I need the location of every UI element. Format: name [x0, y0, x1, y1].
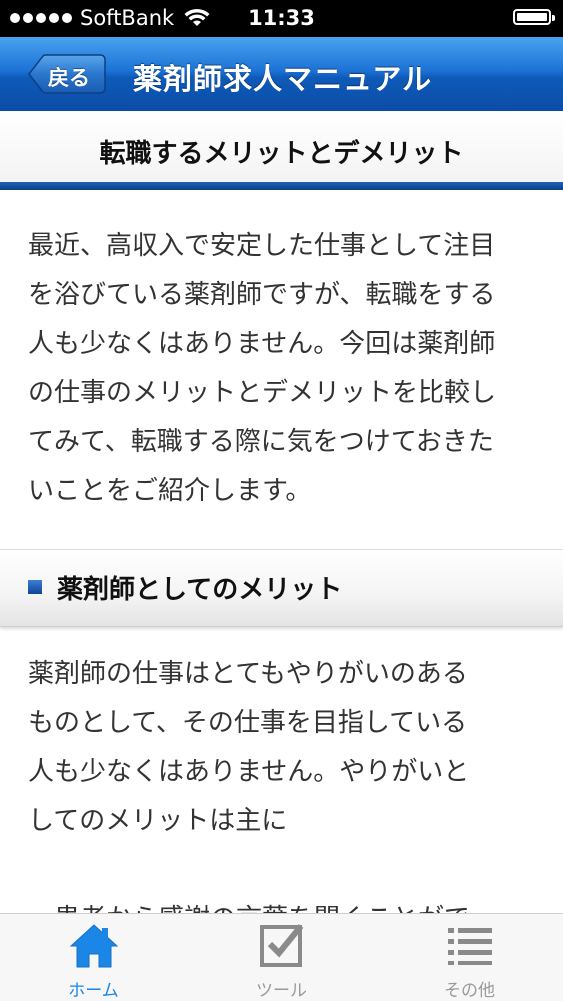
navigation-bar: 戻る 薬剤師求人マニュアル — [0, 37, 563, 112]
back-button[interactable]: 戻る — [28, 54, 106, 94]
merit-subheader-label: 薬剤師としてのメリット — [57, 575, 343, 605]
intro-paragraph: 最近、高収入で安定した仕事として注目 を浴びている薬剤師ですが、転職をする 人も… — [28, 222, 538, 516]
tab-bar: ホーム ツール その他 — [0, 913, 563, 1001]
section-title: 転職するメリットとデメリット — [99, 139, 464, 169]
square-bullet-icon — [28, 580, 42, 594]
intro-line: てみて、転職する際に気をつけておきた — [28, 427, 494, 457]
back-button-label: 戻る — [48, 66, 90, 90]
intro-line: を浴びている薬剤師ですが、転職をする — [28, 280, 496, 310]
merit-paragraph: 薬剤師の仕事はとてもやりがいのある ものとして、その仕事を目指している 人も少な… — [28, 650, 538, 846]
merit-line: ものとして、その仕事を目指している — [28, 708, 468, 738]
merit-line: してのメリットは主に — [28, 806, 288, 836]
home-icon — [69, 924, 118, 968]
tab-tools-label: ツール — [256, 981, 307, 1001]
section-header: 転職するメリットとデメリット — [0, 111, 563, 187]
intro-line: いことをご紹介します。 — [28, 476, 312, 506]
merit-line: 人も少なくはありません。やりがいと — [28, 757, 470, 787]
tab-home[interactable]: ホーム — [0, 914, 187, 1001]
list-icon — [447, 928, 492, 965]
tab-other-label: その他 — [444, 981, 495, 1001]
nav-title: 薬剤師求人マニュアル — [133, 62, 433, 96]
merit-subheader: 薬剤師としてのメリット — [0, 549, 563, 627]
intro-line: の仕事のメリットとデメリットを比較し — [28, 378, 497, 408]
intro-line: 最近、高収入で安定した仕事として注目 — [28, 231, 496, 261]
merit-line: 薬剤師の仕事はとてもやりがいのある — [28, 659, 468, 689]
battery-icon — [513, 9, 555, 25]
intro-line: 人も少なくはありません。今回は薬剤師 — [28, 329, 496, 359]
status-bar: SoftBank 11:33 — [0, 0, 563, 37]
tab-other[interactable]: その他 — [376, 914, 563, 1001]
section-divider — [0, 182, 563, 190]
tab-tools[interactable]: ツール — [188, 914, 375, 1001]
status-time: 11:33 — [248, 6, 315, 30]
tab-home-label: ホーム — [68, 981, 119, 1001]
checkbox-icon — [259, 924, 303, 967]
